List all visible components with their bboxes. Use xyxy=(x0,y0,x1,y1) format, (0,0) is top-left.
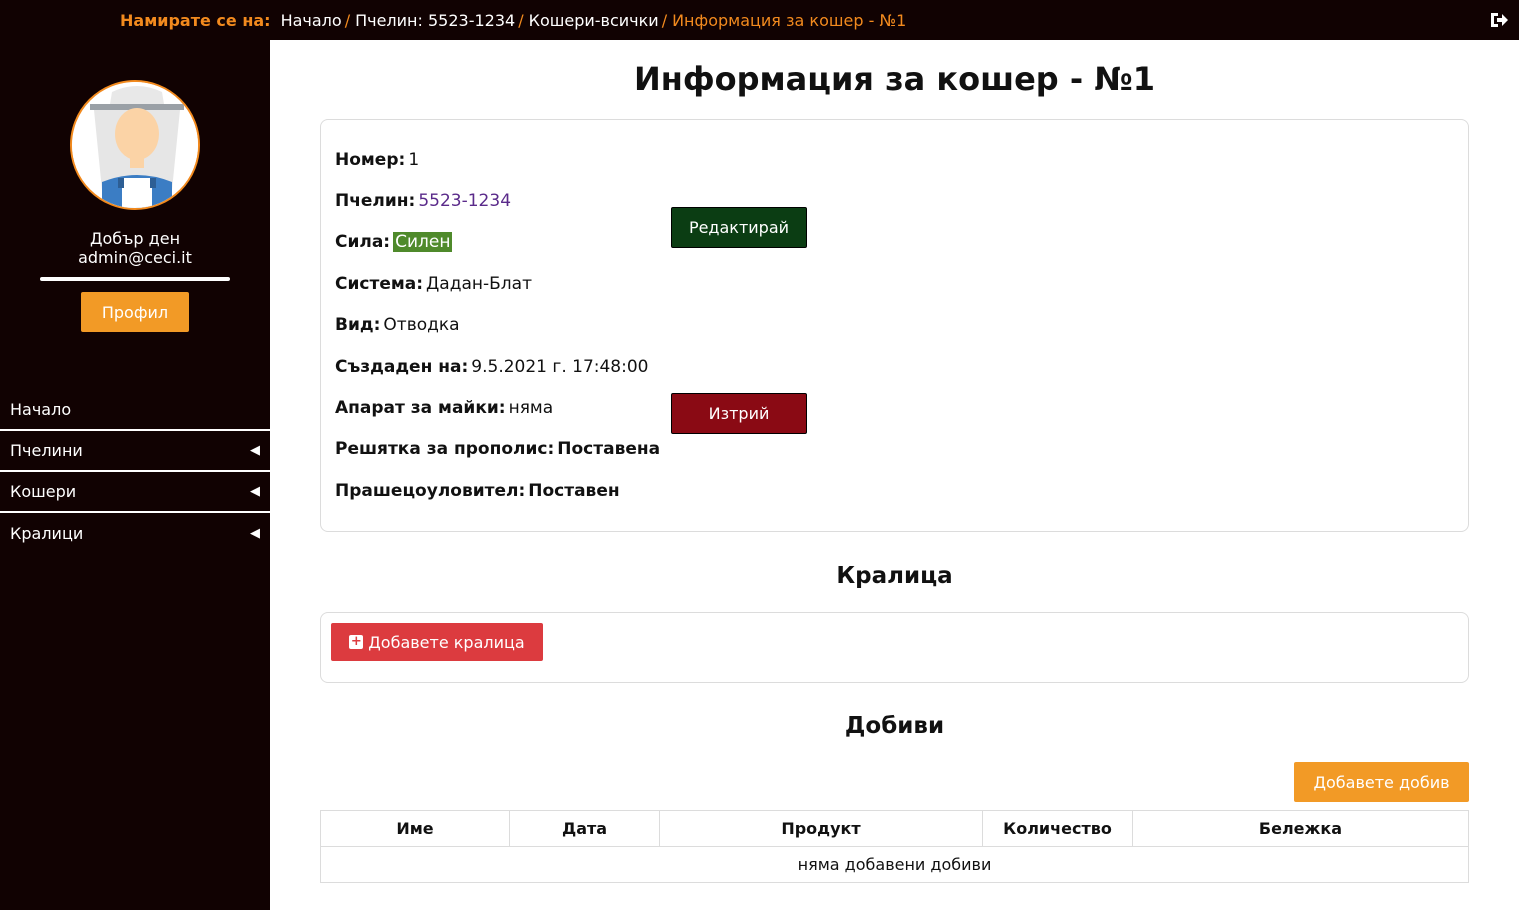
breadcrumb-lead: Намирате се на: xyxy=(120,10,271,30)
delete-button[interactable]: Изтрий xyxy=(671,393,807,434)
info-label: Прашецоуловител: xyxy=(335,481,526,501)
info-queen-device: Апарат за майки: няма xyxy=(335,398,553,418)
breadcrumb-separator: / xyxy=(344,10,351,30)
info-strength: Сила: Силен xyxy=(335,232,453,252)
breadcrumb-current: Информация за кошер - №1 xyxy=(672,10,907,30)
queen-card: + Добавете кралица xyxy=(320,612,1469,683)
add-queen-button[interactable]: + Добавете кралица xyxy=(331,623,543,661)
greeting-text: Добър ден xyxy=(89,229,181,248)
info-value: няма xyxy=(508,398,554,418)
info-label: Номер: xyxy=(335,150,406,170)
sidebar-item-label: Пчелини xyxy=(10,441,83,460)
breadcrumb-separator: / xyxy=(661,10,668,30)
info-label: Решятка за прополис: xyxy=(335,439,555,459)
user-email: admin@ceci.it xyxy=(78,248,192,267)
info-propolis: Решятка за прополис: Поставена xyxy=(335,439,663,459)
breadcrumb-home[interactable]: Начало xyxy=(281,11,342,30)
strength-badge: Силен xyxy=(393,232,453,252)
info-value: 9.5.2021 г. 17:48:00 xyxy=(471,357,649,377)
breadcrumb-separator: / xyxy=(518,10,524,30)
avatar xyxy=(70,80,200,210)
profile-button[interactable]: Профил xyxy=(81,292,189,332)
chevron-left-icon: ◀ xyxy=(250,484,260,499)
table-header-row: Име Дата Продукт Количество Бележка xyxy=(320,810,1469,847)
info-created: Създаден на: 9.5.2021 г. 17:48:00 xyxy=(335,357,648,377)
info-pollen: Прашецоуловител: Поставен xyxy=(335,481,623,501)
info-value: Поставен xyxy=(528,481,620,501)
info-value: Отводка xyxy=(383,315,460,335)
add-queen-label: Добавете кралица xyxy=(368,632,525,652)
beekeeper-avatar-icon xyxy=(72,82,198,208)
info-number: Номер: 1 xyxy=(335,150,419,170)
breadcrumb-hives[interactable]: Кошери-всички xyxy=(529,11,659,30)
apiary-link[interactable]: 5523-1234 xyxy=(418,191,511,211)
chevron-left-icon: ◀ xyxy=(250,526,260,541)
column-header-name[interactable]: Име xyxy=(320,810,510,847)
chevron-left-icon: ◀ xyxy=(250,443,260,458)
info-label: Система: xyxy=(335,274,424,294)
main-content: Информация за кошер - №1 Номер: 1 Пчелин:… xyxy=(270,40,1519,910)
table-row: няма добавени добиви xyxy=(320,846,1469,883)
sidebar-nav: Начало Пчелини ◀ Кошери ◀ Кралици ◀ xyxy=(0,390,270,554)
yields-section-title: Добиви xyxy=(844,713,945,739)
edit-button[interactable]: Редактирай xyxy=(671,207,807,248)
divider xyxy=(40,277,230,281)
top-bar: Намирате се на: Начало / Пчелин: 5523-12… xyxy=(0,0,1519,40)
logout-icon[interactable] xyxy=(1489,10,1509,30)
info-value: 1 xyxy=(408,150,420,170)
info-label: Пчелин: xyxy=(335,191,416,211)
column-header-note[interactable]: Бележка xyxy=(1132,810,1469,847)
yields-table: Име Дата Продукт Количество Бележка няма… xyxy=(320,810,1469,883)
info-label: Апарат за майки: xyxy=(335,398,506,418)
sidebar-item-apiaries[interactable]: Пчелини ◀ xyxy=(0,431,270,472)
info-value: Поставена xyxy=(557,439,661,459)
info-system: Система: Дадан-Блат xyxy=(335,274,532,294)
queen-section-title: Кралица xyxy=(836,563,953,589)
info-label: Сила: xyxy=(335,232,391,252)
info-value: Дадан-Блат xyxy=(426,274,532,294)
breadcrumb-apiary[interactable]: Пчелин: 5523-1234 xyxy=(355,11,515,30)
sidebar: Добър ден admin@ceci.it Профил Начало Пч… xyxy=(0,40,270,910)
sidebar-item-home[interactable]: Начало xyxy=(0,390,270,431)
column-header-quantity[interactable]: Количество xyxy=(982,810,1133,847)
hive-info-card: Номер: 1 Пчелин: 5523-1234 Сила: Силен Сист… xyxy=(320,119,1469,532)
info-apiary: Пчелин: 5523-1234 xyxy=(335,191,511,211)
empty-table-message: няма добавени добиви xyxy=(320,846,1469,883)
page-title: Информация за кошер - №1 xyxy=(633,60,1156,98)
sidebar-item-queens[interactable]: Кралици ◀ xyxy=(0,513,270,554)
add-yield-button[interactable]: Добавете добив xyxy=(1294,762,1469,802)
info-type: Вид: Отводка xyxy=(335,315,460,335)
info-label: Вид: xyxy=(335,315,381,335)
sidebar-item-hives[interactable]: Кошери ◀ xyxy=(0,472,270,513)
plus-square-icon: + xyxy=(349,634,364,649)
sidebar-item-label: Начало xyxy=(10,400,72,419)
column-header-product[interactable]: Продукт xyxy=(659,810,983,847)
greeting: Добър ден admin@ceci.it xyxy=(0,229,270,267)
sidebar-item-label: Кралици xyxy=(10,524,84,543)
column-header-date[interactable]: Дата xyxy=(509,810,660,847)
info-label: Създаден на: xyxy=(335,357,469,377)
sidebar-item-label: Кошери xyxy=(10,482,77,501)
